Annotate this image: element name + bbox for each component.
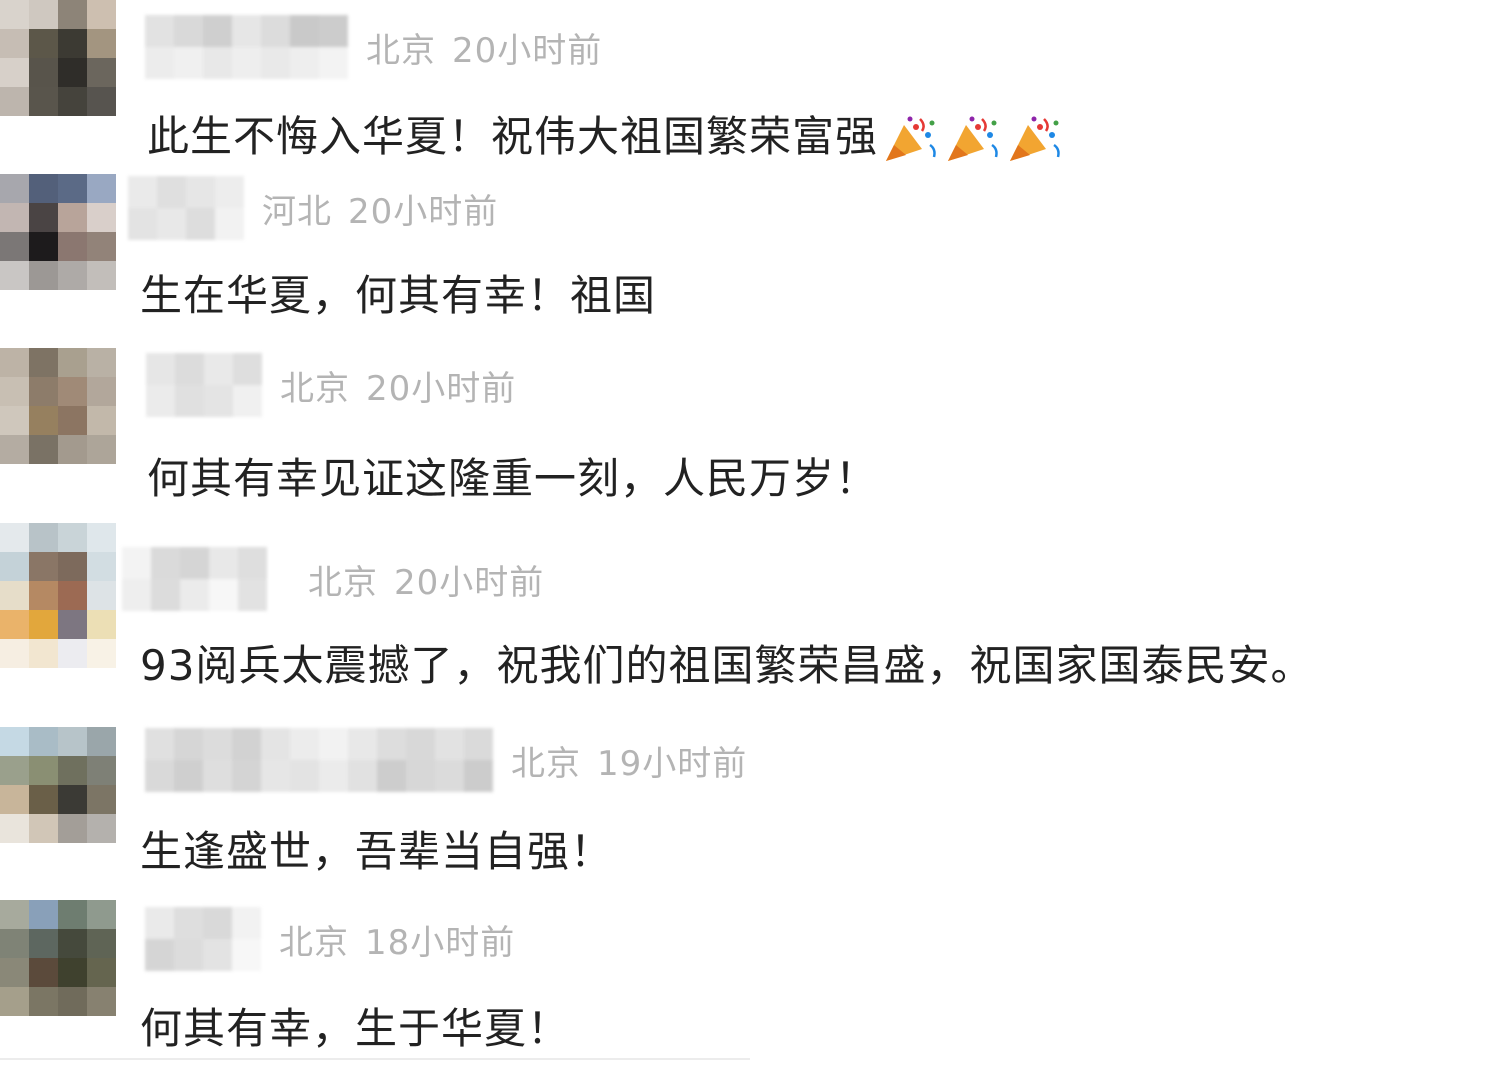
- comment-text: 此生不悔入华夏！祝伟大祖国繁荣富强: [147, 112, 879, 161]
- avatar[interactable]: [0, 523, 116, 668]
- comment-time: 20小时前: [366, 368, 517, 409]
- username-blurred[interactable]: [145, 907, 261, 971]
- comment-text-wrap: 此生不悔入华夏！祝伟大祖国繁荣富强: [147, 103, 1068, 165]
- divider: [0, 1058, 750, 1060]
- comment-time: 20小时前: [348, 191, 499, 232]
- avatar[interactable]: [0, 727, 116, 843]
- comment-time: 18小时前: [365, 922, 516, 963]
- comment-time: 20小时前: [394, 562, 545, 603]
- comment-text: 何其有幸见证这隆重一刻，人民万岁！: [147, 454, 879, 503]
- comment-meta: 河北 20小时前: [128, 176, 498, 240]
- comment-meta: 北京 20小时前: [122, 547, 544, 611]
- comment-location: 北京: [308, 562, 378, 603]
- username-blurred[interactable]: [128, 176, 244, 240]
- comment-location: 北京: [511, 743, 581, 784]
- comment-text: 生在华夏，何其有幸！祖国: [140, 271, 657, 320]
- comment-text: 何其有幸，生于华夏！: [140, 1004, 571, 1053]
- avatar[interactable]: [0, 174, 116, 290]
- comment-time: 20小时前: [452, 30, 603, 71]
- comment-meta: 北京 20小时前: [146, 353, 516, 417]
- avatar[interactable]: [0, 0, 116, 116]
- comment-meta: 北京 18小时前: [145, 907, 515, 971]
- avatar[interactable]: [0, 348, 116, 464]
- party-popper-icon: [886, 116, 936, 161]
- avatar[interactable]: [0, 900, 116, 1016]
- username-blurred[interactable]: [146, 353, 262, 417]
- comment-location: 北京: [280, 368, 350, 409]
- comment-meta: 北京 19小时前: [145, 728, 747, 792]
- username-blurred[interactable]: [145, 15, 348, 79]
- comment-location: 北京: [279, 922, 349, 963]
- comment-location: 河北: [262, 191, 332, 232]
- username-blurred[interactable]: [145, 728, 493, 792]
- username-blurred[interactable]: [122, 547, 290, 611]
- comment-time: 19小时前: [597, 743, 748, 784]
- party-popper-icon: [948, 116, 998, 161]
- comment-text: 生逢盛世，吾辈当自强！: [140, 827, 614, 876]
- comment-location: 北京: [366, 30, 436, 71]
- comment-text: 93阅兵太震撼了，祝我们的祖国繁荣昌盛，祝国家国泰民安。: [140, 641, 1314, 690]
- comment-meta: 北京 20小时前: [145, 15, 602, 79]
- party-popper-icon: [1010, 116, 1060, 161]
